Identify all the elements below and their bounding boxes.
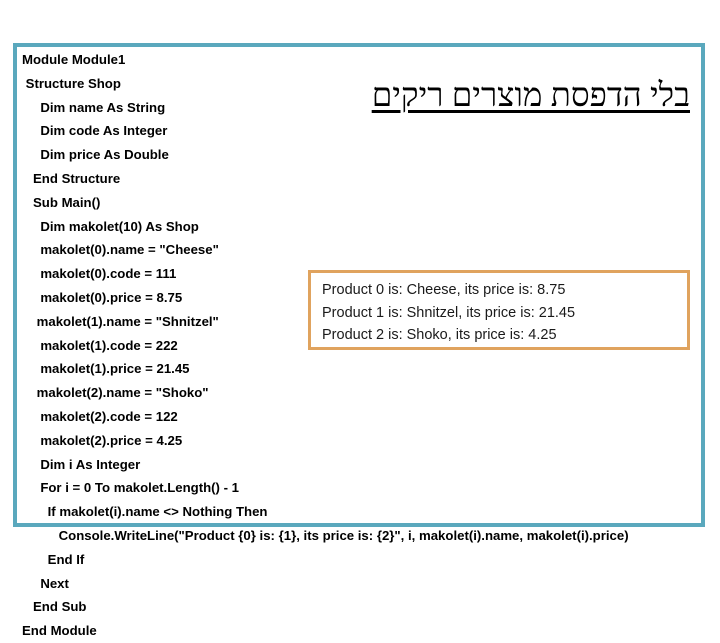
code-line: End If: [22, 551, 85, 567]
code-line: makolet(2).code = 122: [22, 408, 178, 424]
code-line: For i = 0 To makolet.Length() - 1: [22, 480, 240, 496]
code-line: Module Module1: [22, 52, 126, 67]
console-output-line: Product 2 is: Shoko, its price is: 4.25: [322, 327, 557, 343]
code-line: Console.WriteLine("Product {0} is: {1}, …: [22, 527, 629, 543]
code-line: Dim code As Integer: [22, 123, 168, 139]
code-line: makolet(0).name = "Cheese": [22, 242, 219, 258]
console-output-box: Product 0 is: Cheese, its price is: 8.75…: [308, 270, 690, 350]
code-line: End Sub: [22, 599, 87, 615]
code-line: makolet(2).price = 4.25: [22, 432, 183, 448]
code-line: Sub Main(): [22, 194, 101, 210]
code-line: End Module: [22, 623, 97, 639]
code-line: makolet(2).name = "Shoko": [22, 385, 209, 401]
code-line: Dim makolet(10) As Shop: [22, 218, 199, 234]
console-output-line: Product 0 is: Cheese, its price is: 8.75: [322, 282, 566, 298]
code-line: makolet(1).price = 21.45: [22, 361, 190, 377]
code-line: End Structure: [22, 170, 121, 186]
code-line: Dim i As Integer: [22, 456, 141, 472]
code-line: If makolet(i).name <> Nothing Then: [22, 504, 268, 520]
code-line: Dim price As Double: [22, 147, 169, 163]
code-line: Next: [22, 575, 69, 591]
page-title: בלי הדפסת מוצרים ריקים: [371, 78, 690, 114]
console-output-line: Product 1 is: Shnitzel, its price is: 21…: [322, 304, 576, 321]
